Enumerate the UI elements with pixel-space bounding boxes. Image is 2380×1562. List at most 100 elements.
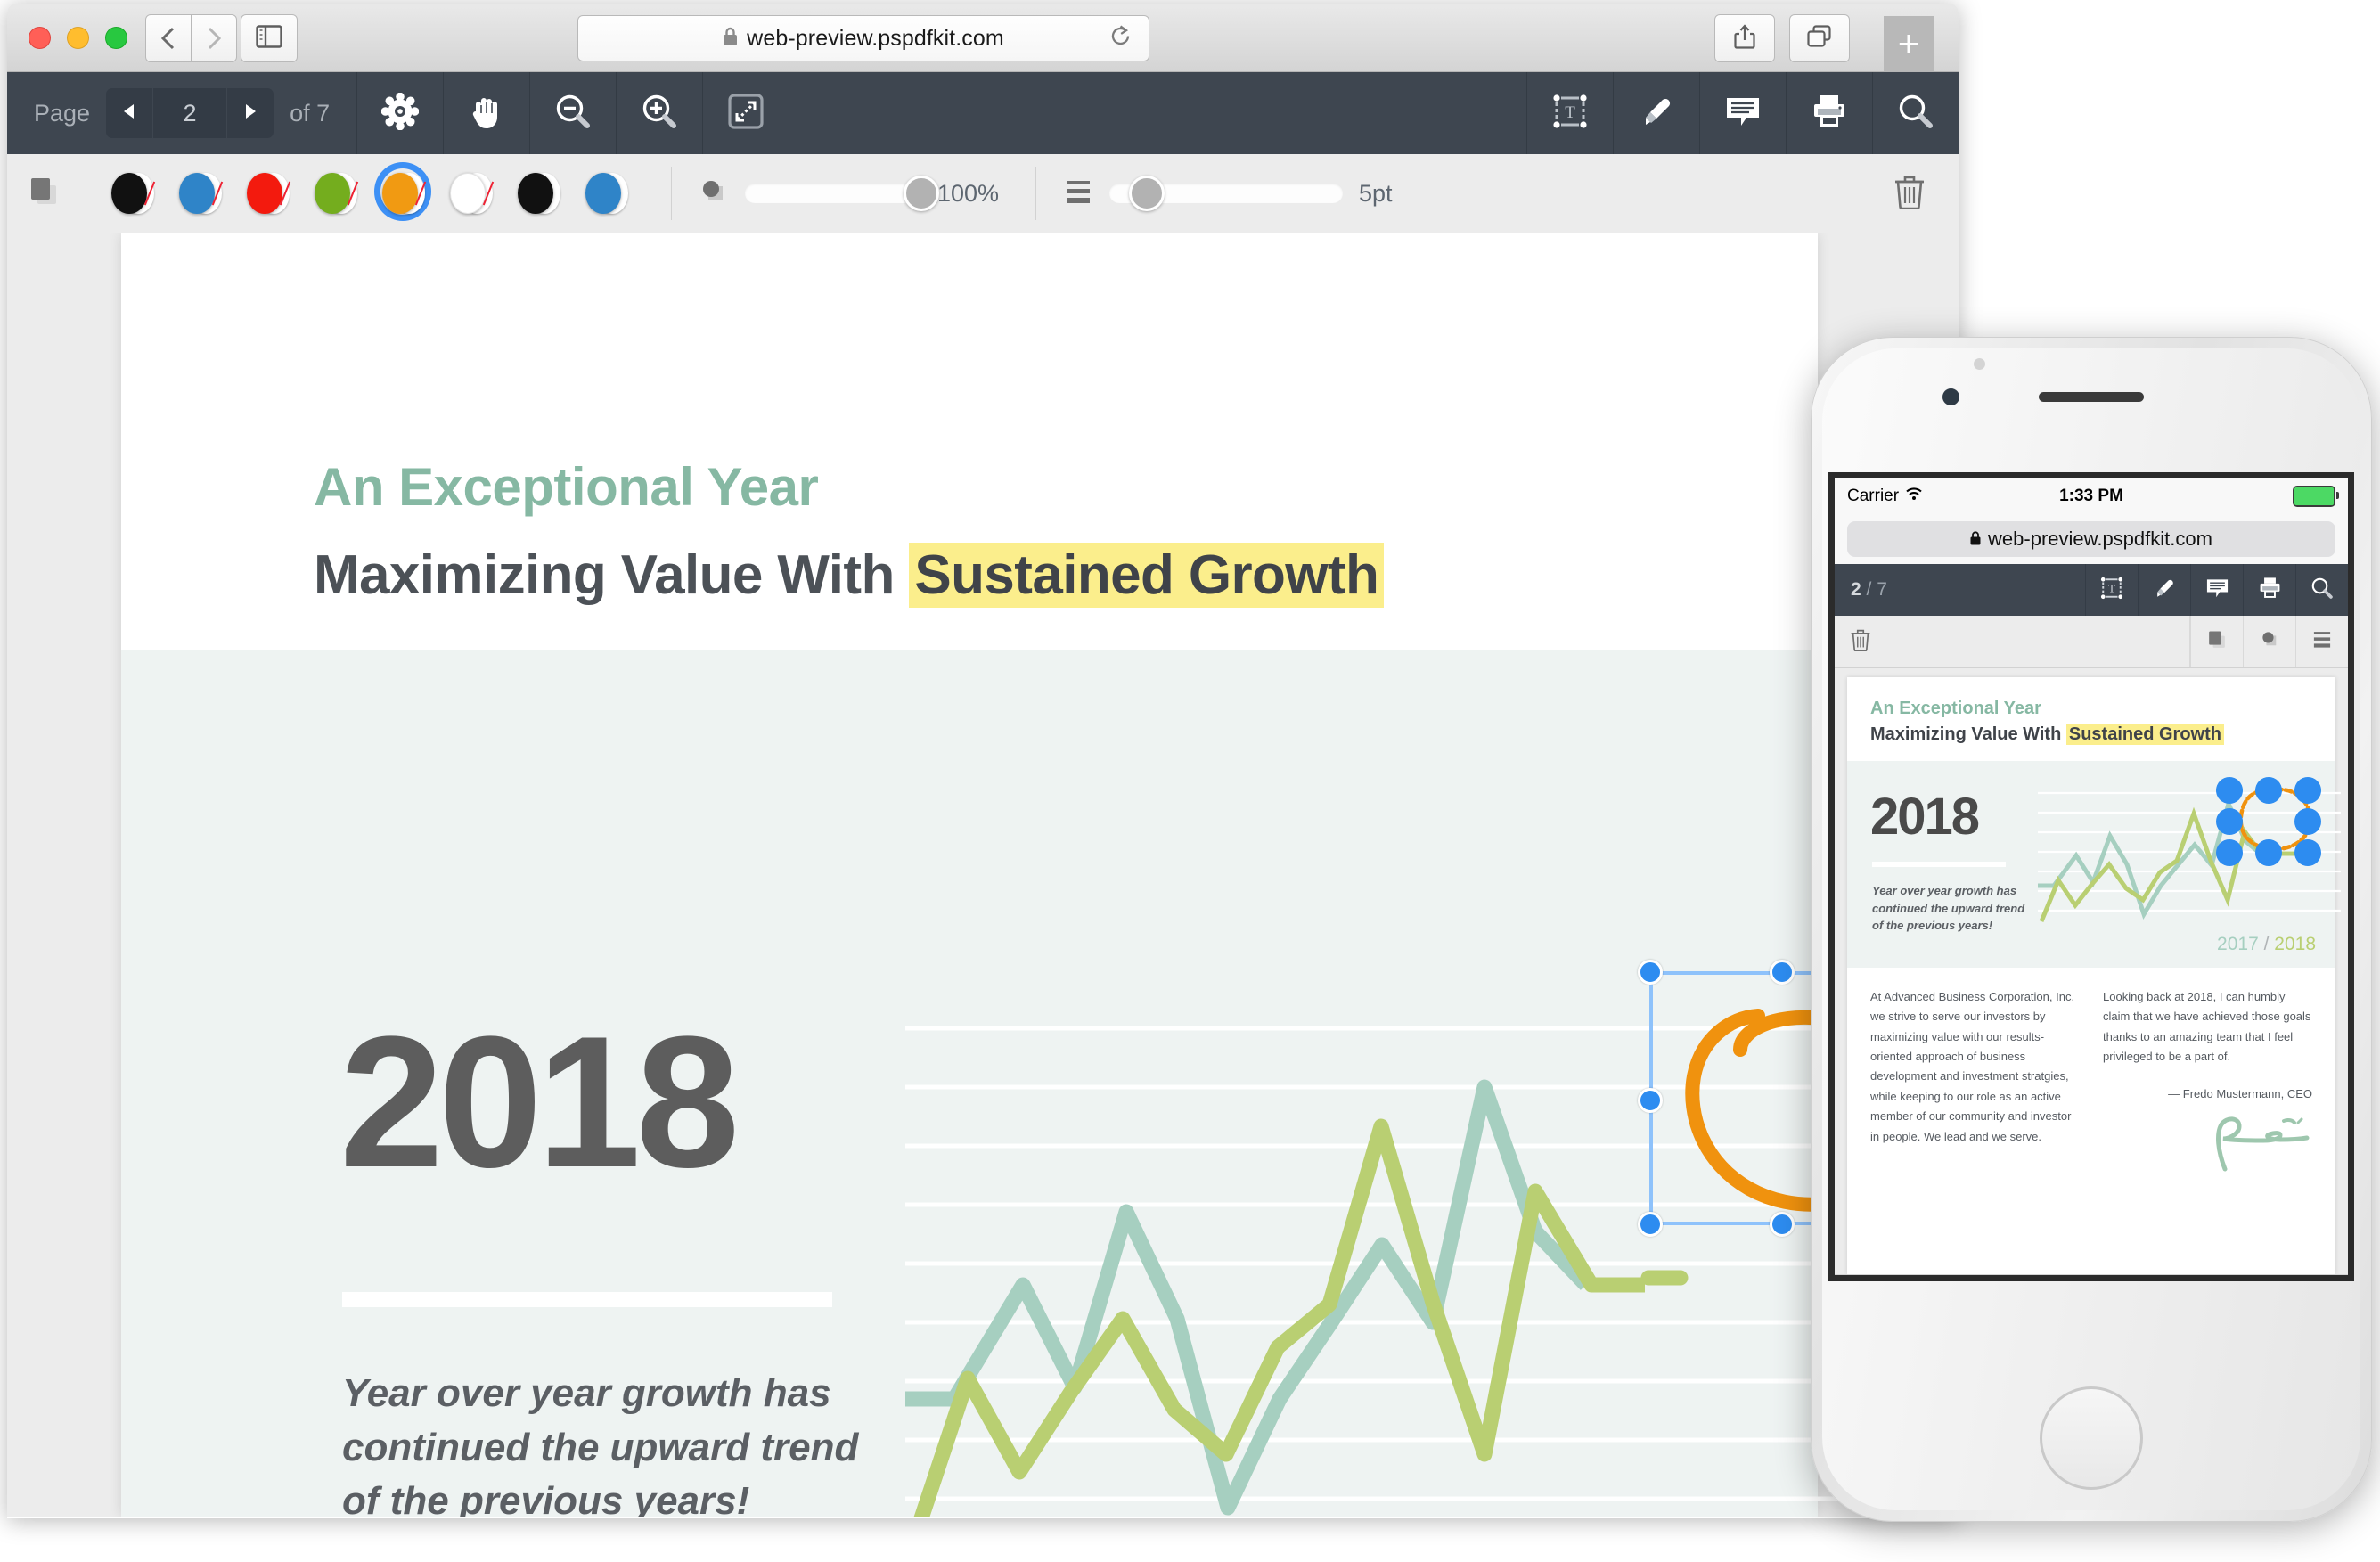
thickness-value: 5pt [1359, 179, 1393, 207]
phone-title-highlight: Sustained Growth [2065, 724, 2224, 745]
fit-to-screen-button[interactable] [703, 72, 789, 154]
phone-legend-separator: / [2263, 934, 2270, 954]
next-page-button[interactable] [227, 88, 274, 138]
maximize-window-button[interactable] [105, 27, 127, 49]
phone-address-bar[interactable]: web-preview.pspdfkit.com [1835, 514, 2348, 564]
settings-button[interactable] [357, 72, 443, 154]
resize-handle-top-center[interactable] [1770, 960, 1795, 985]
phone-page-indicator[interactable]: 2 / 7 [1835, 579, 1887, 601]
zoom-out-button[interactable] [530, 72, 616, 154]
reload-icon[interactable] [2348, 527, 2354, 552]
phone-document-blurb: Year over year growth has continued the … [1872, 884, 2025, 932]
phone-print-button[interactable] [2243, 564, 2295, 616]
forward-button[interactable] [192, 14, 237, 62]
color-swatch-orange[interactable] [372, 161, 434, 225]
back-button[interactable] [145, 14, 192, 62]
resize-handle-top-left[interactable] [2216, 777, 2243, 804]
resize-handle-top-center[interactable] [2255, 777, 2282, 804]
share-button[interactable] [1714, 14, 1775, 62]
lock-icon [723, 27, 738, 51]
search-button[interactable] [1873, 72, 1959, 154]
phone-layers-button[interactable] [2190, 616, 2243, 667]
line-thickness-icon [2311, 630, 2333, 653]
phone-chart-legend: 2017 / 2018 [2217, 934, 2316, 955]
delete-annotation-button[interactable] [1861, 154, 1959, 233]
phone-thickness-button[interactable] [2295, 616, 2348, 667]
document-title-highlight: Sustained Growth [909, 543, 1385, 608]
phone-note-button[interactable] [2190, 564, 2243, 616]
opacity-icon [2260, 629, 2280, 654]
color-swatch-red[interactable] [236, 161, 299, 225]
resize-handle-middle-left[interactable] [2216, 808, 2243, 835]
pan-tool-button[interactable] [444, 72, 529, 154]
pdf-tools-right: T [1526, 72, 1959, 154]
resize-handle-bottom-left[interactable] [2216, 839, 2243, 866]
annotation-toolbar: 100% 5pt [7, 154, 1959, 233]
phone-pdf-toolbar: 2 / 7 T [1835, 564, 2348, 616]
phone-status-bar: Carrier 1:33 PM [1835, 478, 2348, 514]
resize-handle-bottom-right[interactable] [2294, 839, 2321, 866]
thickness-slider[interactable] [1109, 176, 1343, 211]
document-title: Maximizing Value With Sustained Growth [314, 543, 1385, 608]
decorative-rule [342, 1292, 832, 1307]
tabs-button[interactable] [1789, 14, 1850, 62]
phone-signature-line: — Fredo Mustermann, CEO [2168, 1087, 2312, 1101]
phone-search-button[interactable] [2295, 564, 2348, 616]
color-swatch-black-fill[interactable] [507, 161, 569, 225]
magnifier-icon [1897, 93, 1934, 135]
phone-column-right-text: Looking back at 2018, I can humbly claim… [2103, 990, 2311, 1064]
layers-button[interactable] [7, 154, 80, 233]
close-window-button[interactable] [29, 27, 51, 49]
minimize-window-button[interactable] [67, 27, 89, 49]
reload-icon[interactable] [1109, 24, 1133, 53]
color-swatch-green[interactable] [304, 161, 366, 225]
color-swatch-black[interactable] [101, 161, 163, 225]
phone-highlighter-button[interactable] [2138, 564, 2190, 616]
navigation-buttons [145, 14, 237, 62]
pdf-document-area[interactable]: An Exceptional Year Maximizing Value Wit… [7, 233, 1959, 1517]
phone-text-annotation-button[interactable]: T [2085, 564, 2138, 616]
highlighter-button[interactable] [1614, 72, 1699, 154]
trash-icon [1893, 174, 1926, 214]
resize-handle-top-right[interactable] [2294, 777, 2321, 804]
color-swatch-white[interactable] [439, 161, 502, 225]
note-annotation-button[interactable] [1700, 72, 1786, 154]
new-tab-button[interactable]: + [1884, 16, 1934, 71]
phone-delete-annotation-button[interactable] [1835, 616, 1886, 667]
previous-page-button[interactable] [106, 88, 152, 138]
pdf-page: An Exceptional Year Maximizing Value Wit… [121, 233, 1930, 1517]
address-bar[interactable]: web-preview.pspdfkit.com [577, 15, 1149, 61]
home-button[interactable] [2040, 1386, 2143, 1490]
color-swatch-blue-fill[interactable] [575, 161, 637, 225]
phone-url-field[interactable]: web-preview.pspdfkit.com [1847, 521, 2335, 557]
window-controls [29, 27, 127, 49]
phone-page-header: An Exceptional Year Maximizing Value Wit… [1847, 677, 2335, 761]
resize-handle-middle-left[interactable] [1638, 1088, 1663, 1113]
opacity-slider[interactable] [745, 176, 939, 211]
phone-opacity-button[interactable] [2243, 616, 2295, 667]
resize-handle-bottom-center[interactable] [1770, 1212, 1795, 1237]
phone-column-left: At Advanced Business Corporation, Inc. w… [1870, 990, 2075, 1143]
page-number-input[interactable]: 2 [152, 88, 228, 138]
chevron-right-icon [204, 25, 224, 52]
document-title-plain: Maximizing Value With [314, 544, 910, 606]
comment-bubble-icon [2205, 577, 2229, 604]
phone-annotation-selection[interactable] [2216, 777, 2321, 866]
resize-handle-bottom-left[interactable] [1638, 1212, 1663, 1237]
earpiece-speaker [2039, 392, 2144, 402]
comment-bubble-icon [1724, 94, 1762, 134]
text-annotation-button[interactable]: T [1527, 72, 1613, 154]
triangle-right-icon [242, 102, 258, 125]
zoom-in-button[interactable] [617, 72, 702, 154]
phone-document-area[interactable]: An Exceptional Year Maximizing Value Wit… [1835, 668, 2348, 1274]
text-box-icon: T [1552, 94, 1588, 134]
phone-chart-band: 2018 Year over year growth has continued… [1847, 761, 2341, 968]
document-kicker: An Exceptional Year [314, 457, 819, 517]
color-swatch-blue[interactable] [168, 161, 231, 225]
resize-handle-bottom-center[interactable] [2255, 839, 2282, 866]
print-button[interactable] [1787, 72, 1872, 154]
resize-handle-middle-right[interactable] [2294, 808, 2321, 835]
sidebar-toggle-button[interactable] [241, 14, 298, 62]
resize-handle-top-left[interactable] [1638, 960, 1663, 985]
opacity-value: 100% [937, 179, 1000, 207]
